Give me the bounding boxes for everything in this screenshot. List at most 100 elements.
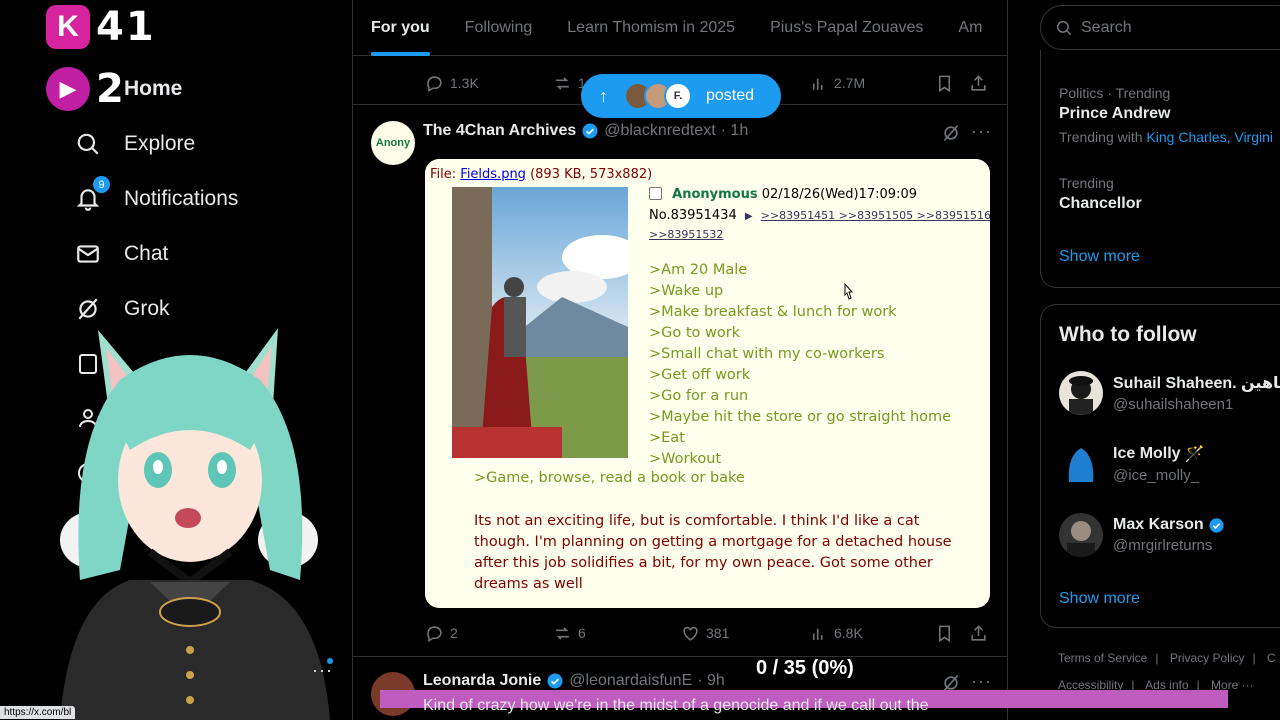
- tweet-actions: 2 6 381 6.8K: [353, 613, 1007, 653]
- tweet-avatar[interactable]: Anony: [371, 121, 415, 165]
- unread-dot: [327, 658, 333, 664]
- follow-suggestion[interactable]: Suhail Shaheen. شاهين @suhailshaheen1: [1059, 371, 1280, 415]
- trend-category: Politics · Trending: [1059, 85, 1171, 101]
- tweet-author-handle[interactable]: @leonardaisfunE: [569, 672, 692, 690]
- trends-show-more[interactable]: Show more: [1059, 248, 1140, 266]
- nav-explore-label: Explore: [124, 132, 196, 155]
- tweet-header: Leonarda Jonie @leonardaisfunE · 9h: [423, 672, 725, 690]
- reply-count: 1.3K: [450, 75, 479, 91]
- stream-counter-2: ▶ 2: [46, 66, 126, 112]
- follow-name-text: Max Karson: [1113, 516, 1204, 533]
- play-logo-icon: ▶: [46, 67, 90, 111]
- trend-item[interactable]: Politics · Trending Prince Andrew Trendi…: [1059, 85, 1273, 145]
- greentext-block: >Am 20 Male >Wake up >Make breakfast & l…: [649, 260, 951, 470]
- nav-grok-label: Grok: [124, 297, 170, 320]
- more-options-icon[interactable]: ···: [971, 671, 992, 692]
- views-count: 2.7M: [834, 75, 866, 91]
- tab-am[interactable]: Am: [958, 0, 982, 56]
- repost-button[interactable]: 6: [553, 624, 586, 643]
- trend-item[interactable]: Trending Chancellor: [1059, 175, 1142, 213]
- tweet-author-name[interactable]: Leonarda Jonie: [423, 672, 541, 690]
- trend-title: Prince Andrew: [1059, 105, 1171, 122]
- follow-suggestion[interactable]: Max Karson @mrgirlreturns: [1059, 513, 1225, 557]
- bell-icon: 9: [74, 176, 110, 213]
- share-button[interactable]: [969, 74, 988, 93]
- share-button[interactable]: [969, 624, 988, 643]
- nav-home[interactable]: Home: [124, 77, 182, 101]
- tab-for-you[interactable]: For you: [371, 0, 430, 56]
- nav-grok[interactable]: Grok: [74, 295, 170, 323]
- reply-button[interactable]: 2: [425, 624, 458, 643]
- views-button[interactable]: 6.8K: [809, 624, 863, 643]
- verified-badge-icon: [1209, 517, 1224, 533]
- bookmark-icon: [938, 625, 951, 642]
- greentext-line: >Maybe hit the store or go straight home: [649, 409, 952, 425]
- post-number-line: No.83951434 ▶ >>83951451 >>83951505 >>83…: [649, 208, 990, 223]
- greentext-line: >Make breakfast & lunch for work: [649, 304, 897, 320]
- verified-badge-icon: [582, 123, 598, 139]
- follow-name: Suhail Shaheen. شاهين: [1113, 375, 1280, 392]
- nav-chat[interactable]: Chat: [74, 240, 168, 268]
- follow-name: Ice Molly 🪄: [1113, 444, 1205, 464]
- bookmark-button[interactable]: [935, 74, 954, 93]
- follow-show-more[interactable]: Show more: [1059, 590, 1140, 608]
- pill-avatar: F.: [664, 82, 692, 110]
- search-input[interactable]: Search: [1040, 5, 1280, 50]
- tweet-author-handle[interactable]: @blacknredtext: [604, 122, 715, 140]
- follow-handle: @mrgirlreturns: [1113, 537, 1213, 554]
- more-options-icon[interactable]: ···: [971, 121, 992, 142]
- footer-accessibility[interactable]: Accessibility: [1058, 678, 1123, 692]
- footer-more[interactable]: More ···: [1211, 678, 1254, 692]
- footer-terms[interactable]: Terms of Service: [1058, 651, 1147, 665]
- greentext-line: >Go to work: [649, 325, 741, 341]
- footer-separator: |: [1252, 651, 1256, 665]
- tweet-author-name[interactable]: The 4Chan Archives: [423, 122, 576, 140]
- tweet-time[interactable]: · 1h: [721, 122, 749, 140]
- nav-explore[interactable]: Explore: [74, 130, 195, 158]
- follow-name-text: Ice Molly: [1113, 445, 1181, 462]
- nav-chat-label: Chat: [124, 242, 169, 265]
- like-button[interactable]: 381: [681, 624, 729, 643]
- who-to-follow-title: Who to follow: [1059, 323, 1197, 346]
- reply-button[interactable]: 1.3K: [425, 74, 479, 93]
- reply-icon: [427, 75, 442, 92]
- greentext-line: >Wake up: [649, 283, 724, 299]
- trends-card: Politics · Trending Prince Andrew Trendi…: [1040, 50, 1280, 288]
- post-number: No.83951434: [649, 208, 737, 223]
- trend-with-links[interactable]: King Charles, Virgini: [1146, 129, 1273, 145]
- views-icon: [812, 78, 823, 90]
- magic-wand-emoji-icon: 🪄: [1184, 446, 1205, 463]
- grok-icon[interactable]: [941, 123, 961, 143]
- tab-papal-zouaves[interactable]: Pius's Papal Zouaves: [770, 0, 923, 56]
- left-nav: K 41 ▶ 2 Home Explore 9 Notifications Ch…: [0, 0, 352, 720]
- search-icon: [74, 130, 102, 158]
- right-sidebar: Search Politics · Trending Prince Andrew…: [1008, 0, 1280, 720]
- k-logo-icon: K: [46, 5, 90, 49]
- nav-notifications[interactable]: 9 Notifications: [74, 176, 238, 213]
- greentext-line: >Get off work: [649, 367, 751, 383]
- new-posts-pill[interactable]: ↑ F. posted: [581, 74, 781, 118]
- verified-badge-icon: [547, 673, 563, 689]
- tab-learn-thomism[interactable]: Learn Thomism in 2025: [567, 0, 735, 56]
- tweet-text: Kind of crazy how we're in the midst of …: [423, 697, 929, 714]
- tweet-image-4chan-post[interactable]: File: Fields.png (893 KB, 573x882) Anony…: [425, 159, 990, 608]
- tweet-time[interactable]: · 9h: [697, 672, 725, 690]
- trend-with: Trending with King Charles, Virgini: [1059, 129, 1273, 145]
- footer-ads-info[interactable]: Ads info: [1145, 678, 1188, 692]
- bookmark-button[interactable]: [935, 624, 954, 643]
- tab-following[interactable]: Following: [465, 0, 533, 56]
- footer-privacy[interactable]: Privacy Policy: [1170, 651, 1245, 665]
- search-icon: [1056, 20, 1072, 35]
- heart-icon: [683, 626, 698, 641]
- views-button[interactable]: 2.7M: [809, 74, 865, 93]
- post-arrow: ▶: [744, 211, 753, 222]
- tweet-avatar-text: Anony: [375, 137, 411, 149]
- footer-cookie[interactable]: C: [1267, 651, 1276, 665]
- post-reply-links-2: >>83951532: [649, 228, 724, 241]
- share-icon: [971, 624, 986, 641]
- post-reply-links: >>83951451 >>83951505 >>83951516: [760, 209, 990, 222]
- follow-suggestion[interactable]: Ice Molly 🪄 @ice_molly_: [1059, 442, 1205, 486]
- knight-painting-image: [452, 187, 628, 458]
- post-body: Its not an exciting life, but is comfort…: [474, 513, 952, 592]
- post-header: Anonymous 02/18/26(Wed)17:09:09: [649, 187, 917, 202]
